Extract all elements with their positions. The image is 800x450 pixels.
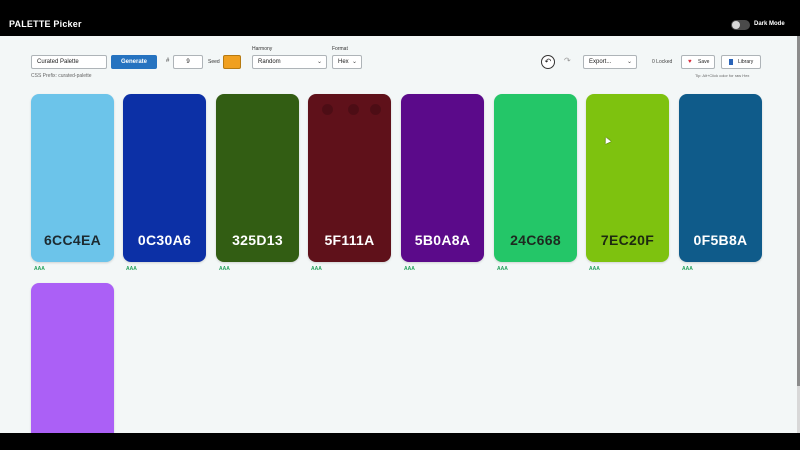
chevron-down-icon: ⌄: [351, 59, 357, 65]
contrast-rating: AAA: [34, 266, 45, 272]
color-swatch[interactable]: 0F5B8A: [679, 94, 762, 262]
format-value: Hex: [338, 59, 349, 65]
seed-label: Seed: [208, 59, 220, 65]
count-hash-label: #: [166, 58, 170, 64]
color-count-input[interactable]: 9: [173, 55, 203, 69]
dark-mode-label: Dark Mode: [754, 21, 785, 27]
format-label: Format: [332, 46, 348, 52]
save-label: Save: [698, 59, 710, 65]
main-content: Curated Palette Generate # 9 Seed CSS Pr…: [0, 36, 797, 433]
app-title: PALETTE Picker: [9, 19, 82, 29]
seed-color-picker[interactable]: [223, 55, 241, 69]
harmony-select[interactable]: Random ⌄: [252, 55, 327, 69]
harmony-label: Harmony: [252, 46, 273, 52]
library-label: Library: [738, 59, 754, 65]
swatch-hex-label: 0F5B8A: [693, 232, 748, 248]
undo-icon: ↶: [544, 57, 552, 66]
format-select[interactable]: Hex ⌄: [332, 55, 362, 69]
swatch-hex-label: 5F111A: [324, 232, 375, 248]
color-swatch[interactable]: AB60F6: [31, 283, 114, 433]
tip-text: Tip: Alt+Click color for raw Hex: [695, 73, 750, 78]
swatch-hex-label: 24C668: [510, 232, 561, 248]
top-bar: PALETTE Picker Dark Mode: [0, 0, 800, 36]
undo-button[interactable]: ↶: [541, 55, 555, 69]
contrast-rating: AAA: [589, 266, 600, 272]
contrast-rating: AAA: [682, 266, 693, 272]
contrast-rating: AAA: [311, 266, 322, 272]
bookmark-icon: [729, 59, 733, 65]
heart-icon: ♥: [688, 59, 692, 65]
harmony-value: Random: [258, 59, 281, 65]
contrast-rating: AAA: [126, 266, 137, 272]
palette-name-input[interactable]: Curated Palette: [31, 55, 107, 69]
chevron-down-icon: ⌄: [626, 59, 632, 65]
toggle-knob: [732, 21, 740, 29]
color-swatch[interactable]: 325D13: [216, 94, 299, 262]
contrast-rating: AAA: [219, 266, 230, 272]
color-swatch[interactable]: 7EC20F: [586, 94, 669, 262]
redo-button[interactable]: ↷: [564, 56, 571, 65]
swatch-tool-icon[interactable]: [348, 104, 359, 115]
color-swatch[interactable]: 0C30A6: [123, 94, 206, 262]
swatch-hex-label: 0C30A6: [137, 232, 192, 248]
chevron-down-icon: ⌄: [316, 59, 322, 65]
contrast-rating: AAA: [497, 266, 508, 272]
library-button[interactable]: Library: [721, 55, 761, 69]
locked-count: 0 Locked: [652, 59, 673, 65]
css-prefix-text: CSS Prefix: curated-palette: [31, 73, 92, 79]
save-button[interactable]: ♥ Save: [681, 55, 715, 69]
color-swatch[interactable]: 6CC4EA: [31, 94, 114, 262]
export-select[interactable]: Export... ⌄: [583, 55, 637, 69]
swatch-tool-icon[interactable]: [370, 104, 381, 115]
swatch-hex-label: 6CC4EA: [43, 232, 102, 248]
dark-mode-toggle[interactable]: [731, 20, 750, 30]
swatch-hex-label: 7EC20F: [600, 232, 655, 248]
swatch-tool-icon[interactable]: [322, 104, 333, 115]
generate-button[interactable]: Generate: [111, 55, 157, 69]
contrast-rating: AAA: [404, 266, 415, 272]
swatch-hex-label: 325D13: [232, 232, 283, 248]
color-swatch[interactable]: 5F111A: [308, 94, 391, 262]
color-swatch[interactable]: 5B0A8A: [401, 94, 484, 262]
swatch-hex-label: 5B0A8A: [414, 232, 471, 248]
bottom-bar: [0, 433, 800, 450]
redo-icon: ↷: [564, 56, 571, 65]
export-value: Export...: [589, 59, 612, 65]
color-swatch[interactable]: 24C668: [494, 94, 577, 262]
